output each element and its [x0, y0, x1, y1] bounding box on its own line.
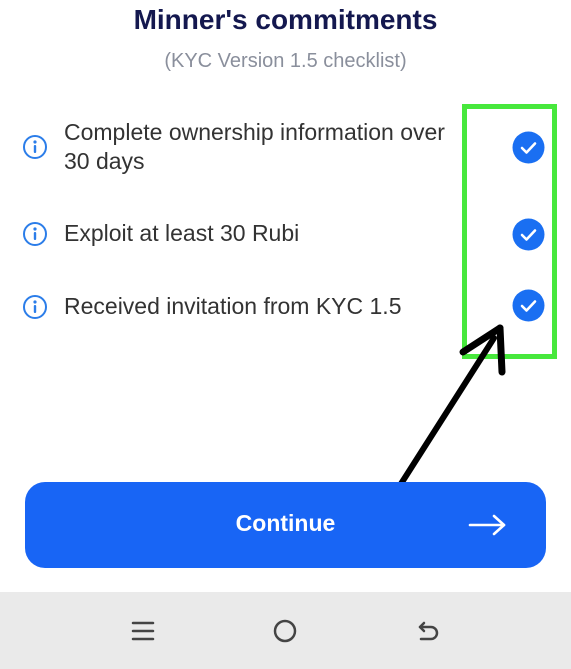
home-icon[interactable]	[270, 616, 300, 646]
back-icon[interactable]	[413, 616, 443, 646]
check-circle-icon	[512, 289, 545, 322]
checklist-item-label: Exploit at least 30 Rubi	[64, 220, 300, 246]
page-subtitle: (KYC Version 1.5 checklist)	[164, 50, 407, 72]
page-title: Minner's commitments	[133, 4, 438, 35]
menu-icon[interactable]	[128, 616, 158, 646]
checklist-item-ownership: Complete ownership information over 30 d…	[22, 118, 552, 178]
checklist-item-exploit: Exploit at least 30 Rubi	[22, 218, 552, 253]
kyc-commitments-screen: Minner's commitments (KYC Version 1.5 ch…	[0, 0, 571, 669]
continue-button[interactable]: Continue	[25, 482, 546, 568]
arrow-right-icon	[468, 514, 506, 536]
check-circle-icon	[512, 131, 545, 164]
info-icon[interactable]	[22, 134, 48, 160]
system-nav-bar	[0, 592, 571, 669]
checklist-item-label: Received invitation from KYC 1.5	[64, 293, 402, 319]
info-icon[interactable]	[22, 294, 48, 320]
checklist-item-invitation: Received invitation from KYC 1.5	[22, 289, 552, 326]
info-icon[interactable]	[22, 221, 48, 247]
checklist-item-label: Complete ownership information over 30 d…	[64, 119, 445, 174]
check-circle-icon	[512, 218, 545, 251]
annotation-arrow-icon	[380, 324, 506, 515]
